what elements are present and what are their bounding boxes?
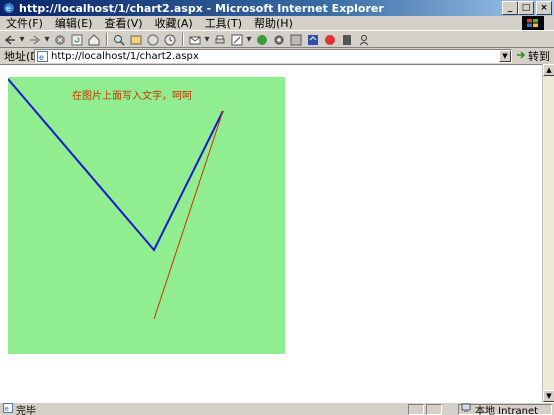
address-dropdown-icon[interactable]: ▼	[499, 50, 511, 62]
forward-icon[interactable]	[27, 33, 42, 47]
intranet-zone-icon	[461, 403, 472, 415]
minimize-button[interactable]: _	[502, 1, 518, 15]
toolbar: ▾ ▾ ▾ ▾	[0, 32, 554, 48]
address-input[interactable]: e http://localhost/1/chart2.aspx ▼	[34, 49, 512, 63]
generated-image: 在图片上面写入文字，呵呵	[7, 77, 285, 357]
status-text: 完毕	[16, 405, 36, 415]
svg-text:e: e	[39, 53, 44, 62]
status-pane	[408, 404, 424, 415]
window-controls: _ □ ×	[502, 1, 552, 15]
flag-icon[interactable]	[322, 33, 337, 47]
menu-view[interactable]: 查看(V)	[98, 15, 148, 31]
close-button[interactable]: ×	[536, 1, 552, 15]
toolbar-separator	[182, 33, 184, 46]
favorites-icon[interactable]	[128, 33, 143, 47]
address-url: http://localhost/1/chart2.aspx	[51, 50, 199, 62]
title-bar: e http://localhost/1/chart2.aspx - Micro…	[0, 0, 554, 16]
edit-icon[interactable]	[229, 33, 244, 47]
status-bar: e 完毕 本地 Intranet	[0, 402, 554, 415]
menu-tools[interactable]: 工具(T)	[199, 15, 248, 31]
go-label: 转到	[528, 50, 550, 63]
svg-text:e: e	[5, 405, 9, 413]
mail-dropdown-icon[interactable]: ▾	[204, 33, 210, 47]
go-button[interactable]: 转到	[516, 49, 550, 63]
go-arrow-icon	[516, 50, 526, 63]
drawn-chart: 在图片上面写入文字，呵呵	[7, 77, 285, 354]
menu-edit[interactable]: 编辑(E)	[49, 15, 99, 31]
history-icon[interactable]	[162, 33, 177, 47]
scroll-down-icon[interactable]: ▼	[543, 390, 554, 402]
security-zone: 本地 Intranet	[458, 403, 552, 415]
back-icon[interactable]	[2, 33, 17, 47]
notebook-icon[interactable]	[339, 33, 354, 47]
settings-icon[interactable]	[271, 33, 286, 47]
page-favicon-icon: e	[37, 50, 48, 62]
ie-icon: e	[2, 1, 16, 15]
toolbar-separator	[106, 33, 108, 46]
menu-help[interactable]: 帮助(H)	[248, 15, 299, 31]
status-panes	[408, 404, 444, 415]
media-icon[interactable]	[145, 33, 160, 47]
research-icon[interactable]	[305, 33, 320, 47]
menu-bar: 文件(F) 编辑(E) 查看(V) 收藏(A) 工具(T) 帮助(H)	[0, 16, 554, 31]
maximize-button[interactable]: □	[518, 1, 534, 15]
user-icon[interactable]	[356, 33, 371, 47]
vertical-scrollbar[interactable]: ▲ ▼	[542, 64, 554, 402]
windows-logo-icon	[522, 16, 544, 30]
page-content: 在图片上面写入文字，呵呵	[0, 64, 542, 402]
green-background	[8, 77, 285, 354]
mail-icon[interactable]	[187, 33, 202, 47]
page-done-icon: e	[3, 402, 13, 415]
zone-label: 本地 Intranet	[475, 406, 539, 415]
refresh-icon[interactable]	[69, 33, 84, 47]
scroll-up-icon[interactable]: ▲	[543, 64, 554, 76]
status-message: e 完毕	[3, 402, 36, 415]
messenger-icon[interactable]	[288, 33, 303, 47]
svg-text:e: e	[6, 4, 11, 13]
edit-dropdown-icon[interactable]: ▾	[246, 33, 252, 47]
menu-file[interactable]: 文件(F)	[0, 15, 49, 31]
image-annotation-text: 在图片上面写入文字，呵呵	[72, 89, 192, 102]
print-icon[interactable]	[212, 33, 227, 47]
search-icon[interactable]	[111, 33, 126, 47]
back-dropdown-icon[interactable]: ▾	[19, 33, 25, 47]
status-pane	[426, 404, 442, 415]
forward-dropdown-icon[interactable]: ▾	[44, 33, 50, 47]
stop-icon[interactable]	[52, 33, 67, 47]
menu-favorites[interactable]: 收藏(A)	[149, 15, 199, 31]
discuss-icon[interactable]	[254, 33, 269, 47]
window-title: http://localhost/1/chart2.aspx - Microso…	[19, 1, 384, 15]
home-icon[interactable]	[86, 33, 101, 47]
